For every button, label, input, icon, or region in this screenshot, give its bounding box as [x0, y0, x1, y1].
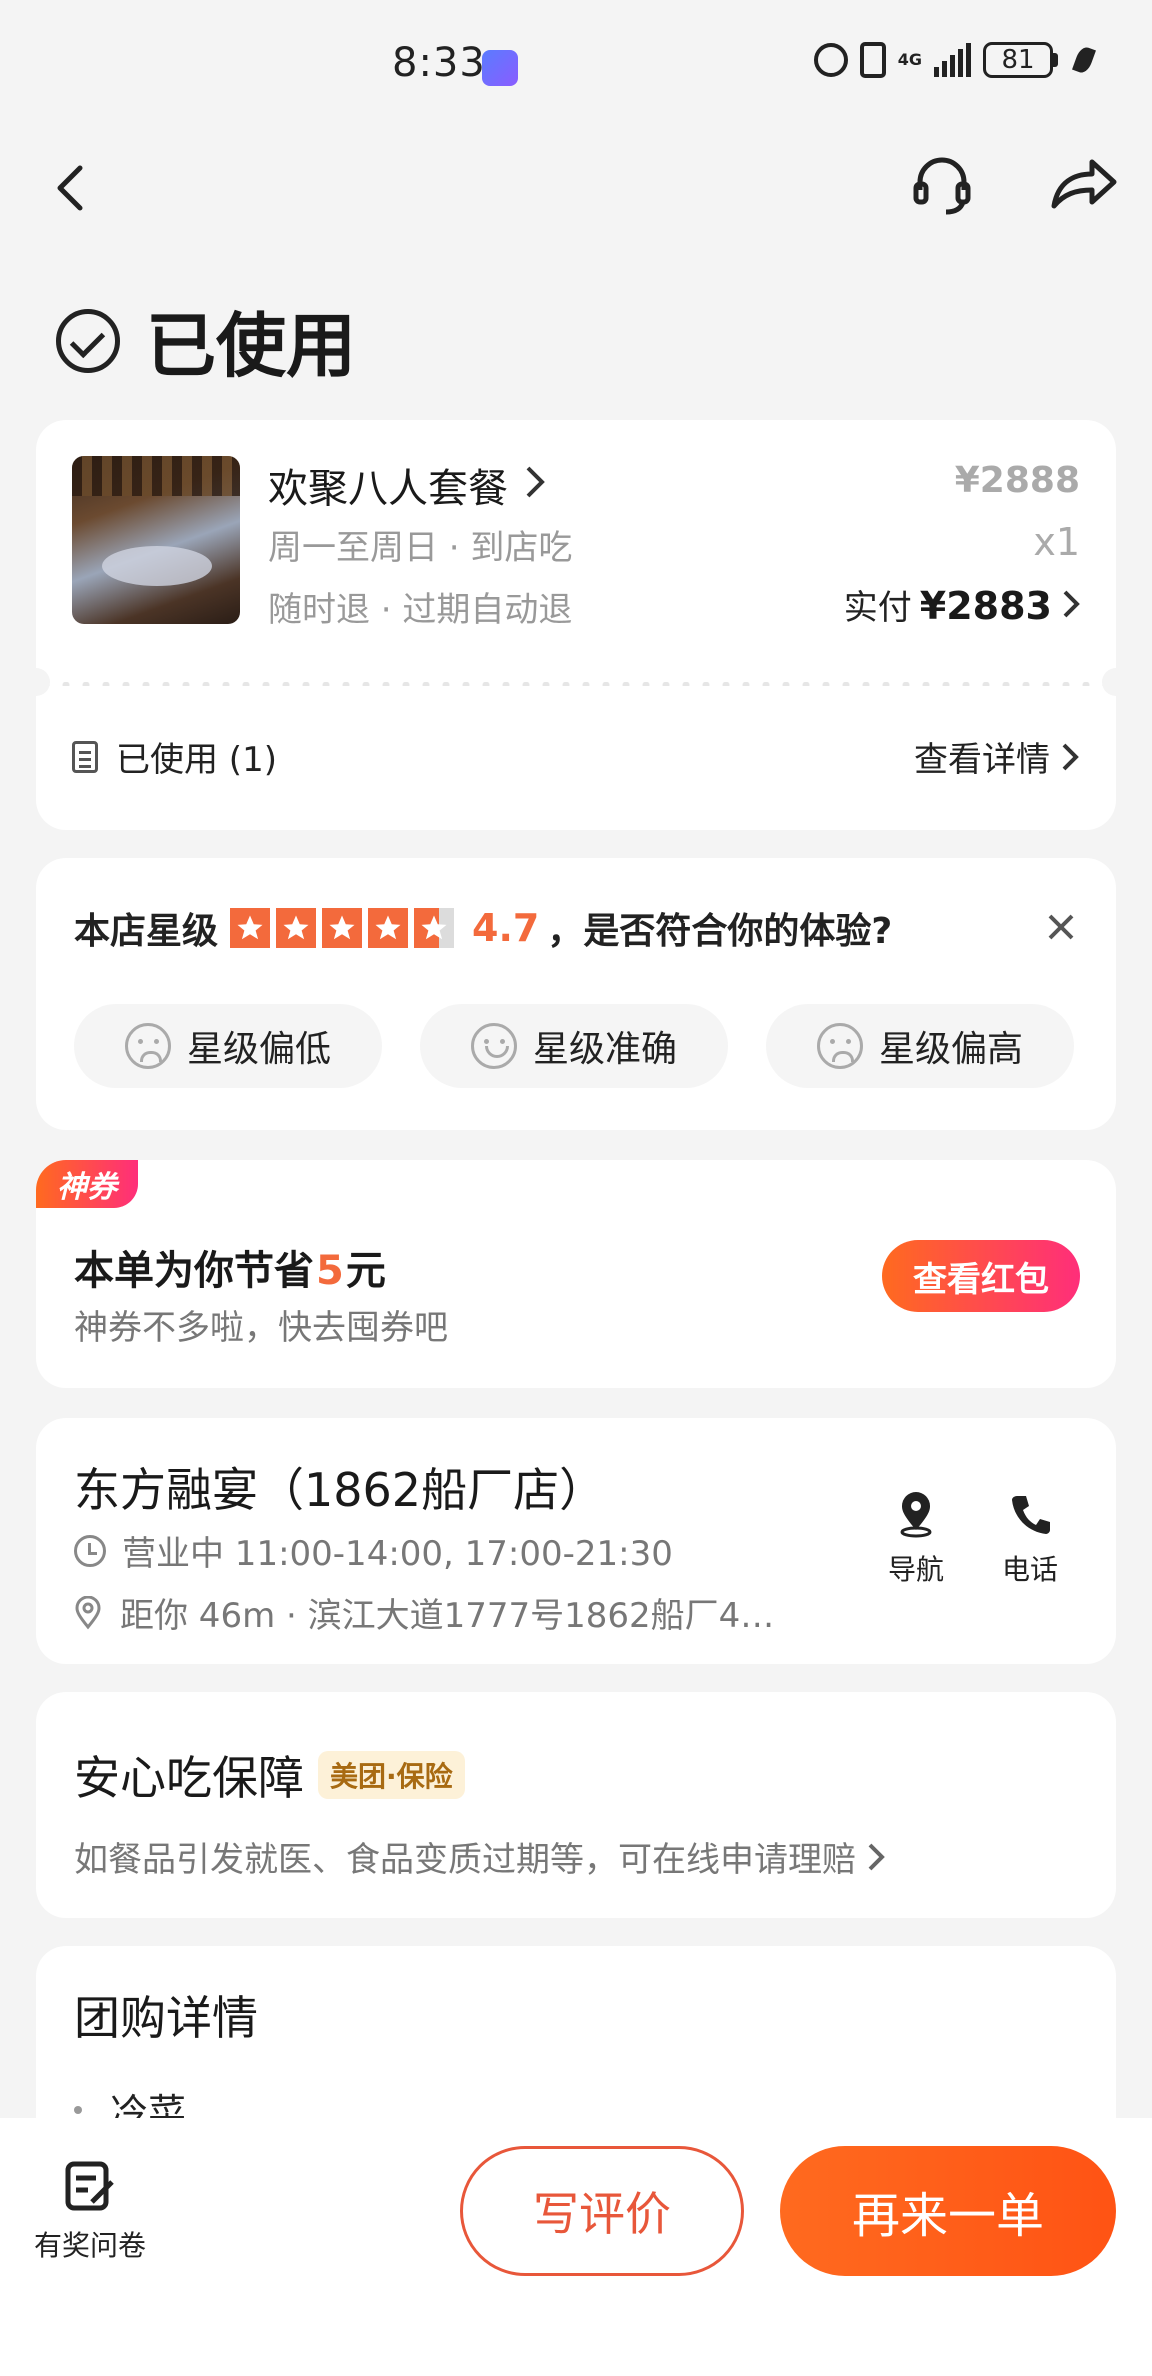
deal-name[interactable]: 欢聚八人套餐 [268, 456, 508, 514]
signal-icon [934, 43, 971, 77]
rating-feedback-card: 本店星级 4.7 ，是否符合你的体验? 星级偏低 星级准确 星级偏高 [36, 858, 1116, 1130]
view-details-link[interactable]: 查看详情 [914, 732, 1080, 781]
guarantee-title: 安心吃保障 [74, 1751, 304, 1805]
ticket-divider [36, 682, 1116, 686]
original-price: ¥2888 [954, 460, 1080, 501]
super-coupon-tag: 神券 [36, 1160, 138, 1208]
save-amount: 5 [316, 1248, 344, 1294]
survey-label: 有奖问卷 [34, 2229, 147, 2262]
reorder-button[interactable]: 再来一单 [780, 2146, 1116, 2276]
star-icon [368, 908, 409, 948]
sad-face-icon [124, 1023, 171, 1069]
ticket-notch [22, 668, 50, 696]
sad-face-icon [816, 1023, 863, 1069]
coupon-card: 神券 本单为你节省 5 元 神券不多啦，快去囤券吧 查看红包 [36, 1160, 1116, 1388]
status-icons: 4G 81 [813, 42, 1096, 78]
paid-amount-row[interactable]: 实付 ¥2883 [844, 580, 1080, 629]
bottom-action-bar: 有奖问卷 写评价 再来一单 [0, 2118, 1152, 2376]
close-icon[interactable] [1046, 912, 1076, 942]
alarm-icon [813, 43, 848, 77]
call-button[interactable]: 电话 [1002, 1490, 1058, 1588]
status-time: 8:33 [392, 40, 486, 86]
deal-usage-tag: 周一至周日 · 到店吃 [268, 528, 573, 568]
battery-icon: 81 [983, 42, 1064, 78]
star-icon [230, 908, 271, 948]
coupon-subtitle: 神券不多啦，快去囤券吧 [74, 1308, 448, 1348]
app-badge-icon [482, 50, 518, 86]
network-type: 4G [897, 50, 922, 69]
paid-label: 实付 [843, 588, 912, 628]
check-circle-icon [56, 308, 120, 373]
rating-score: 4.7 [472, 906, 540, 950]
navigate-button[interactable]: 导航 [888, 1490, 944, 1588]
voucher-used-row: 已使用 (1) [72, 732, 277, 781]
order-status: 已使用 [56, 290, 356, 391]
guarantee-desc-text: 如餐品引发就医、食品变质过期等，可在线申请理赔 [74, 1840, 856, 1880]
rating-label: 本店星级 [74, 911, 219, 952]
address-text: 距你 46m · 滨江大道1777号1862船厂4… [120, 1596, 775, 1636]
rating-options: 星级偏低 星级准确 星级偏高 [74, 1004, 1074, 1088]
chevron-right-icon [1062, 743, 1079, 770]
store-hours: 营业中 11:00-14:00, 17:00-21:30 [74, 1526, 673, 1575]
store-address[interactable]: 距你 46m · 滨江大道1777号1862船厂4… [74, 1588, 774, 1637]
battery-level: 81 [983, 42, 1053, 78]
chevron-right-icon[interactable] [524, 464, 546, 500]
customer-service-icon[interactable] [910, 152, 974, 216]
save-prefix: 本单为你节省 [74, 1248, 314, 1294]
store-card: 东方融宴（1862船厂店） 营业中 11:00-14:00, 17:00-21:… [36, 1418, 1116, 1664]
order-card: 欢聚八人套餐 周一至周日 · 到店吃 随时退 · 过期自动退 ¥2888 x1 … [22, 420, 1130, 830]
survey-edit-icon [65, 2161, 114, 2211]
clock-icon [74, 1534, 106, 1567]
navigate-label: 导航 [888, 1553, 945, 1586]
half-star-icon [414, 908, 455, 948]
deal-thumbnail[interactable] [72, 456, 240, 624]
paid-amount: ¥2883 [919, 584, 1052, 628]
location-pin-icon [75, 1595, 101, 1629]
view-red-packet-button[interactable]: 查看红包 [882, 1240, 1080, 1312]
order-detail-page: 8:33 4G 81 已使用 欢聚八人套餐 周一至周日 · 到店吃 随时退 · … [0, 0, 1152, 2376]
ticket-notch [1102, 668, 1130, 696]
smile-face-icon [470, 1023, 517, 1069]
rating-too-low-button[interactable]: 星级偏低 [74, 1004, 382, 1088]
share-icon[interactable] [1048, 152, 1118, 216]
status-bar: 8:33 4G 81 [0, 0, 1152, 130]
quantity: x1 [1033, 520, 1080, 564]
store-name[interactable]: 东方融宴（1862船厂店） [74, 1454, 605, 1520]
used-count: 已使用 (1) [116, 740, 277, 780]
status-title: 已使用 [146, 305, 356, 387]
save-suffix: 元 [345, 1248, 386, 1294]
rating-accurate-button[interactable]: 星级准确 [420, 1004, 728, 1088]
back-arrow-icon[interactable] [44, 160, 100, 216]
star-icon [276, 908, 317, 948]
chevron-right-icon [1063, 590, 1080, 618]
option-label: 星级偏高 [878, 1029, 1023, 1070]
survey-button[interactable]: 有奖问卷 [34, 2158, 146, 2264]
document-icon [72, 740, 98, 773]
chevron-right-icon [868, 1843, 885, 1870]
savings-text: 本单为你节省 5 元 [74, 1238, 386, 1296]
star-icon [322, 908, 363, 948]
eco-leaf-icon [1072, 45, 1096, 75]
rating-row: 本店星级 4.7 ，是否符合你的体验? [74, 902, 892, 954]
option-label: 星级偏低 [186, 1029, 331, 1070]
deal-refund-tag: 随时退 · 过期自动退 [268, 590, 573, 630]
rating-too-high-button[interactable]: 星级偏高 [766, 1004, 1074, 1088]
navigation-pin-icon [900, 1492, 932, 1538]
rating-question: ，是否符合你的体验? [547, 911, 893, 952]
view-details-label: 查看详情 [914, 740, 1050, 780]
call-label: 电话 [1002, 1553, 1059, 1586]
guarantee-title-row: 安心吃保障 美团·保险 [74, 1742, 465, 1808]
insurance-badge: 美团·保险 [318, 1751, 465, 1799]
vibrate-icon [859, 42, 886, 78]
phone-icon [1012, 1496, 1050, 1534]
details-title: 团购详情 [74, 1991, 258, 2045]
guarantee-card[interactable]: 安心吃保障 美团·保险 如餐品引发就医、食品变质过期等，可在线申请理赔 [36, 1692, 1116, 1918]
hours-text: 营业中 11:00-14:00, 17:00-21:30 [122, 1534, 673, 1574]
option-label: 星级准确 [532, 1029, 677, 1070]
guarantee-description[interactable]: 如餐品引发就医、食品变质过期等，可在线申请理赔 [74, 1832, 886, 1881]
star-rating [230, 908, 460, 948]
write-review-button[interactable]: 写评价 [460, 2146, 744, 2276]
